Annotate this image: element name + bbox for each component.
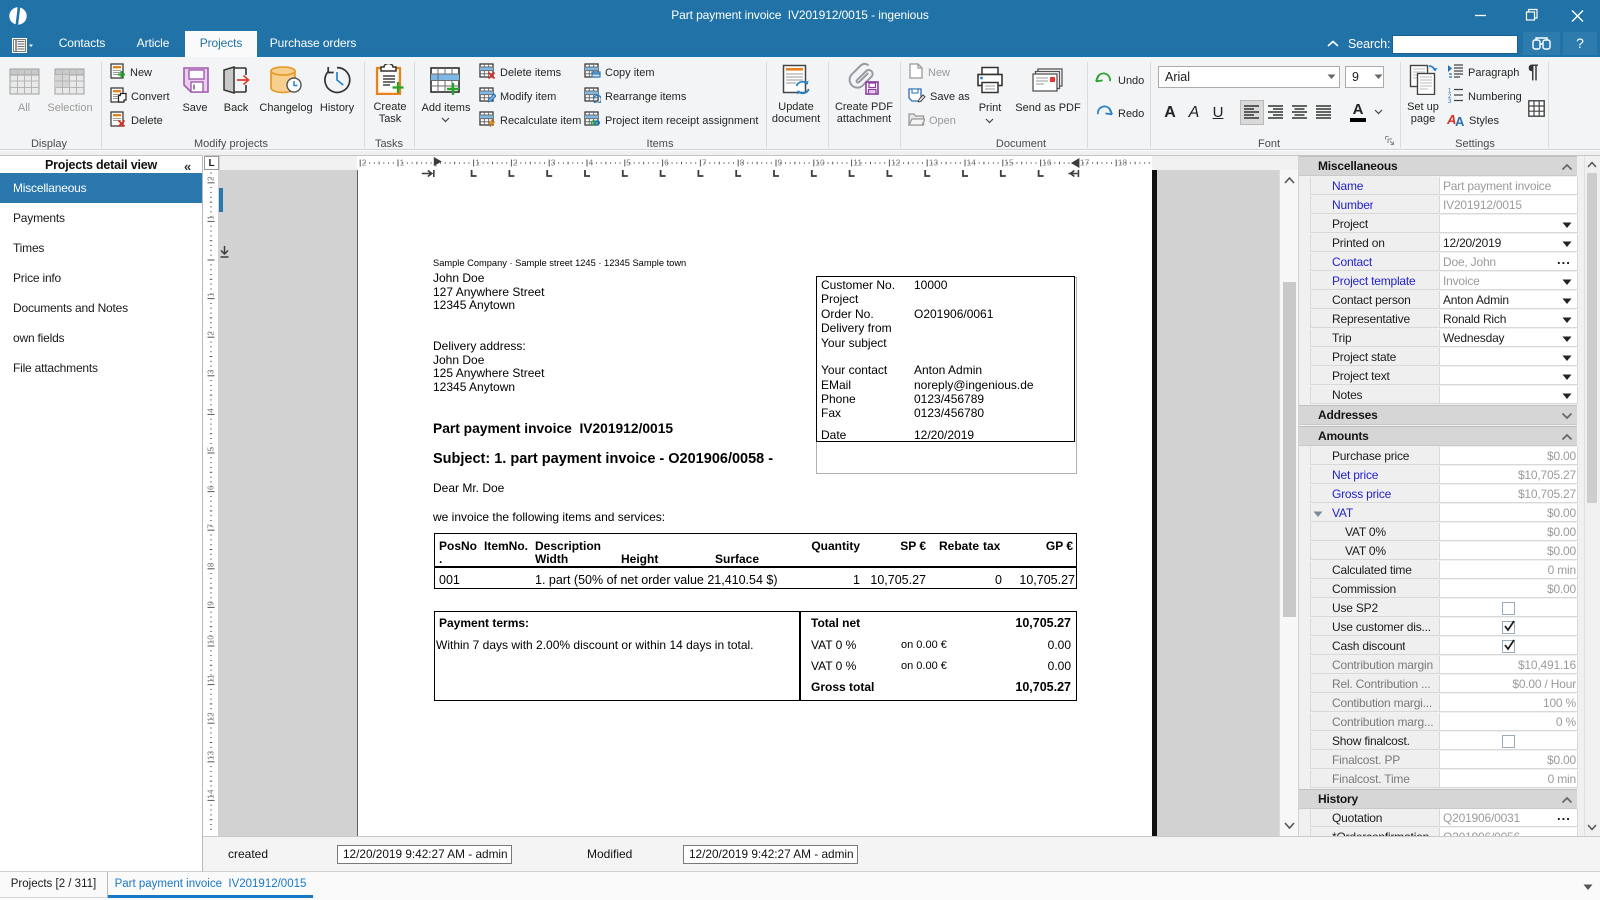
svg-text:14: 14 — [206, 789, 216, 799]
svg-text:5: 5 — [626, 158, 631, 168]
svg-text:2: 2 — [362, 158, 367, 168]
svg-text:2: 2 — [206, 331, 216, 336]
svg-text:6: 6 — [664, 158, 669, 168]
svg-text:9: 9 — [778, 158, 783, 168]
svg-text:8: 8 — [740, 158, 745, 168]
svg-text:1: 1 — [206, 215, 216, 220]
svg-text:3: 3 — [551, 158, 556, 168]
svg-text:12: 12 — [206, 712, 216, 722]
svg-text:4: 4 — [206, 408, 216, 413]
svg-text:2: 2 — [206, 176, 216, 181]
svg-text:A: A — [1455, 114, 1465, 127]
svg-text:13: 13 — [206, 751, 216, 761]
svg-text:7: 7 — [702, 158, 707, 168]
svg-text:1: 1 — [400, 158, 405, 168]
svg-text:7: 7 — [206, 524, 216, 529]
svg-text:1: 1 — [206, 292, 216, 297]
svg-text:10: 10 — [206, 635, 216, 645]
svg-text:9: 9 — [206, 601, 216, 606]
svg-text:6: 6 — [206, 485, 216, 490]
svg-text:3: 3 — [1448, 99, 1452, 103]
svg-text:11: 11 — [206, 674, 216, 683]
svg-text:4: 4 — [589, 158, 594, 168]
svg-text:2: 2 — [513, 158, 518, 168]
svg-text:3: 3 — [206, 369, 216, 374]
svg-text:8: 8 — [206, 562, 216, 567]
svg-text:5: 5 — [206, 447, 216, 452]
svg-text:1: 1 — [475, 158, 480, 168]
